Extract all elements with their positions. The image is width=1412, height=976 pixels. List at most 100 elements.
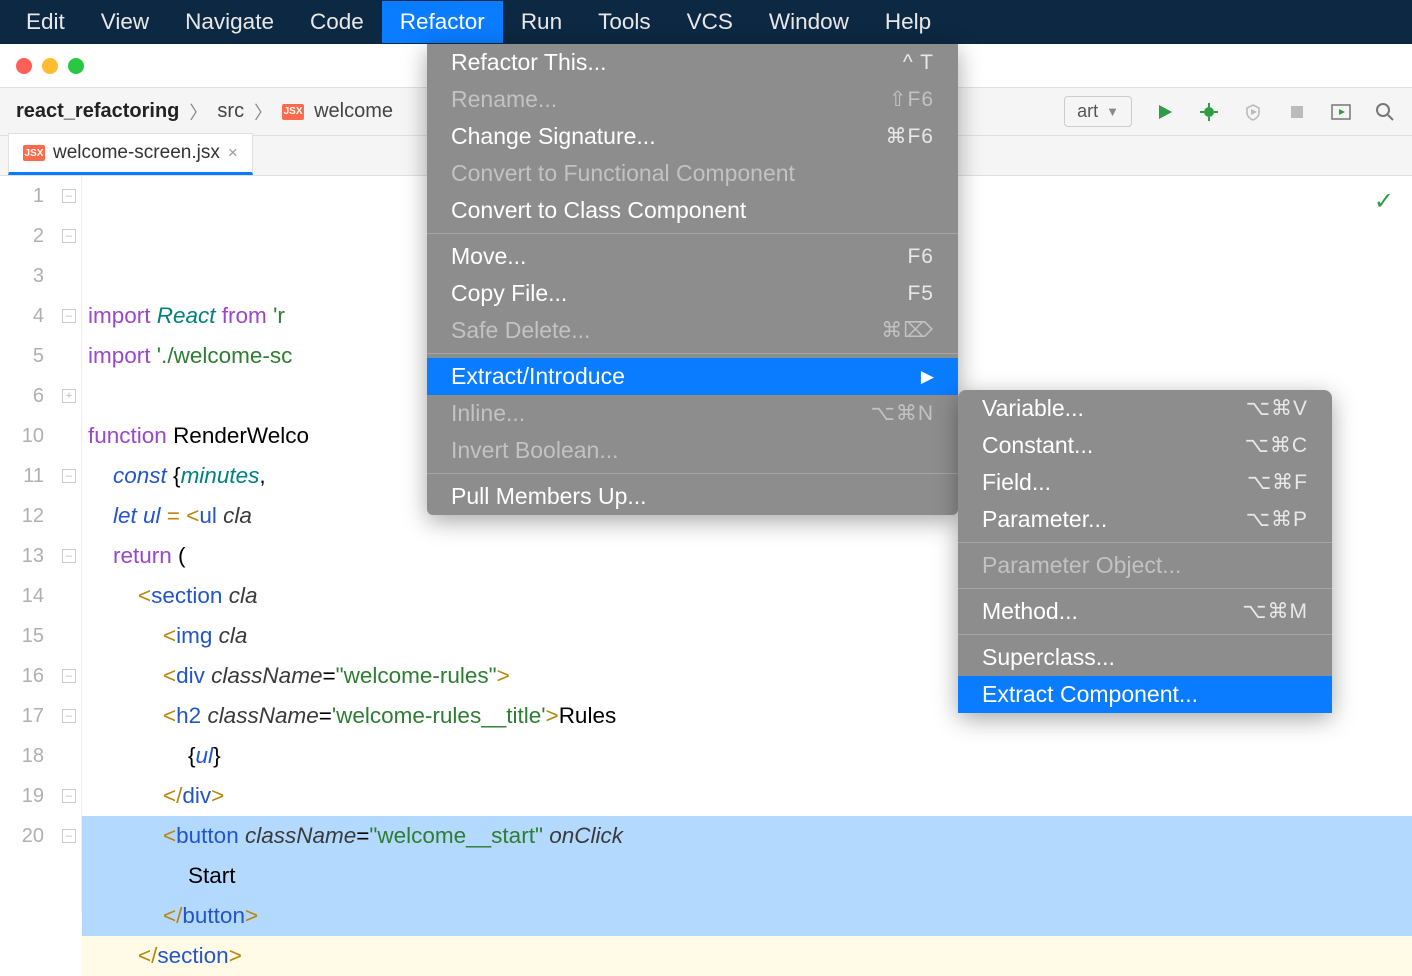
breadcrumb-root[interactable]: react_refactoring (16, 100, 179, 123)
keyboard-shortcut: ⇧F6 (889, 87, 934, 112)
refactor-menu-item-pull-members-up[interactable]: Pull Members Up... (427, 478, 958, 515)
run-configuration-dropdown[interactable]: art ▼ (1064, 96, 1132, 127)
extract-submenu-item-variable[interactable]: Variable...⌥⌘V (958, 390, 1332, 427)
code-line[interactable]: Start (82, 856, 1412, 896)
window-minimize-button[interactable] (42, 58, 58, 74)
extract-submenu-item-field[interactable]: Field... ⌥⌘F (958, 464, 1332, 501)
stop-icon[interactable] (1286, 101, 1308, 123)
keyboard-shortcut: F5 (907, 282, 934, 306)
menu-item-label: Rename... (451, 86, 557, 113)
refactor-menu-item-move[interactable]: Move... F6 (427, 238, 958, 275)
refactor-menu-item-refactor-this[interactable]: Refactor This... ^ T (427, 44, 958, 81)
refactor-menu-item-rename: Rename... ⇧F6 (427, 81, 958, 118)
extract-submenu-item-superclass[interactable]: Superclass... (958, 639, 1332, 676)
breadcrumb-file[interactable]: welcome (314, 100, 393, 123)
close-icon[interactable]: × (228, 143, 238, 163)
refactor-menu-item-invert-boolean: Invert Boolean... (427, 432, 958, 469)
extract-submenu-item-extract-component[interactable]: Extract Component... (958, 676, 1332, 713)
keyboard-shortcut: ⌘F6 (885, 124, 934, 149)
fold-toggle[interactable]: – (62, 189, 76, 203)
menu-item-label: Parameter... (982, 506, 1107, 533)
refactor-menu-item-extract-introduce[interactable]: Extract/Introduce ▶ (427, 358, 958, 395)
submenu-arrow-icon: ▶ (921, 367, 934, 387)
menu-item-label: Change Signature... (451, 123, 656, 150)
coverage-icon[interactable] (1242, 101, 1264, 123)
menubar-item-window[interactable]: Window (751, 1, 867, 43)
run-icon[interactable] (1154, 101, 1176, 123)
editor-tab-welcome-screen[interactable]: JSX welcome-screen.jsx × (8, 133, 253, 175)
menubar-item-edit[interactable]: Edit (8, 1, 83, 43)
fold-toggle[interactable]: – (62, 549, 76, 563)
code-line[interactable]: </button> (82, 896, 1412, 936)
chevron-right-icon: 〉 (189, 99, 207, 125)
keyboard-shortcut: ⌥⌘C (1245, 433, 1308, 458)
breadcrumb[interactable]: react_refactoring 〉 src 〉 JSX welcome (16, 99, 393, 125)
keyboard-shortcut: ⌥⌘N (871, 401, 934, 426)
menu-item-label: Pull Members Up... (451, 483, 647, 510)
extract-introduce-submenu: Variable...⌥⌘VConstant...⌥⌘C Field... ⌥⌘F P… (958, 390, 1332, 713)
keyboard-shortcut: ^ T (903, 51, 934, 75)
extract-submenu-item-method[interactable]: Method... ⌥⌘M (958, 593, 1332, 630)
fold-toggle[interactable]: – (62, 669, 76, 683)
keyboard-shortcut: ⌥⌘F (1247, 470, 1308, 495)
refactor-menu-item-safe-delete: Safe Delete...⌘⌦ (427, 312, 958, 349)
jsx-file-icon: JSX (23, 145, 45, 161)
inspection-ok-icon[interactable]: ✓ (1374, 182, 1394, 222)
jsx-file-icon: JSX (282, 104, 304, 120)
menubar-item-view[interactable]: View (83, 1, 167, 43)
menu-item-label: Method... (982, 598, 1078, 625)
profiler-icon[interactable] (1330, 101, 1352, 123)
menu-item-label: Field... (982, 469, 1051, 496)
run-config-label: art (1077, 101, 1098, 122)
menu-item-label: Copy File... (451, 280, 567, 307)
debug-icon[interactable] (1198, 101, 1220, 123)
fold-toggle[interactable]: – (62, 789, 76, 803)
window-zoom-button[interactable] (68, 58, 84, 74)
menubar-item-tools[interactable]: Tools (580, 1, 669, 43)
menu-item-label: Convert to Class Component (451, 197, 746, 224)
keyboard-shortcut: ⌥⌘M (1242, 599, 1308, 624)
menubar-item-vcs[interactable]: VCS (669, 1, 751, 43)
menubar-item-refactor[interactable]: Refactor (382, 1, 503, 43)
refactor-menu: Refactor This... ^ T Rename... ⇧F6 Change Si… (427, 44, 958, 515)
refactor-menu-item-change-signature[interactable]: Change Signature... ⌘F6 (427, 118, 958, 155)
tab-filename: welcome-screen.jsx (53, 142, 220, 164)
extract-submenu-item-parameter[interactable]: Parameter...⌥⌘P (958, 501, 1332, 538)
menubar-item-run[interactable]: Run (503, 1, 580, 43)
breadcrumb-src[interactable]: src (217, 100, 244, 123)
line-number-gutter: 1234561011121314151617181920 (0, 176, 58, 912)
refactor-menu-item-convert-to-class-component[interactable]: Convert to Class Component (427, 192, 958, 229)
menubar-item-help[interactable]: Help (867, 1, 949, 43)
menu-item-label: Superclass... (982, 644, 1115, 671)
menu-item-label: Inline... (451, 400, 525, 427)
fold-toggle[interactable]: – (62, 229, 76, 243)
menubar-item-code[interactable]: Code (292, 1, 382, 43)
fold-toggle[interactable]: – (62, 309, 76, 323)
menu-item-label: Parameter Object... (982, 552, 1181, 579)
menubar-item-navigate[interactable]: Navigate (167, 1, 292, 43)
menu-item-label: Refactor This... (451, 49, 607, 76)
menu-item-label: Invert Boolean... (451, 437, 619, 464)
fold-toggle[interactable]: + (62, 389, 76, 403)
dropdown-caret-icon: ▼ (1106, 104, 1119, 119)
fold-toggle[interactable]: – (62, 829, 76, 843)
code-line[interactable]: {ul} (82, 736, 1412, 776)
menu-item-label: Variable... (982, 395, 1084, 422)
search-icon[interactable] (1374, 101, 1396, 123)
fold-toggle[interactable]: – (62, 469, 76, 483)
code-line[interactable]: </div> (82, 776, 1412, 816)
window-close-button[interactable] (16, 58, 32, 74)
fold-toggle[interactable]: – (62, 709, 76, 723)
extract-submenu-item-parameter-object: Parameter Object... (958, 547, 1332, 584)
menu-item-label: Extract/Introduce (451, 363, 625, 390)
code-line[interactable]: <button className="welcome__start" onCli… (82, 816, 1412, 856)
fold-gutter: – – – + – – – – – – (58, 176, 82, 912)
menu-item-label: Move... (451, 243, 526, 270)
keyboard-shortcut: F6 (907, 245, 934, 269)
code-line[interactable]: </section> (82, 936, 1412, 976)
refactor-menu-item-copy-file[interactable]: Copy File... F5 (427, 275, 958, 312)
chevron-right-icon: 〉 (254, 99, 272, 125)
menu-item-label: Extract Component... (982, 681, 1198, 708)
menubar: EditViewNavigateCodeRefactorRunToolsVCSW… (0, 0, 1412, 44)
extract-submenu-item-constant[interactable]: Constant...⌥⌘C (958, 427, 1332, 464)
